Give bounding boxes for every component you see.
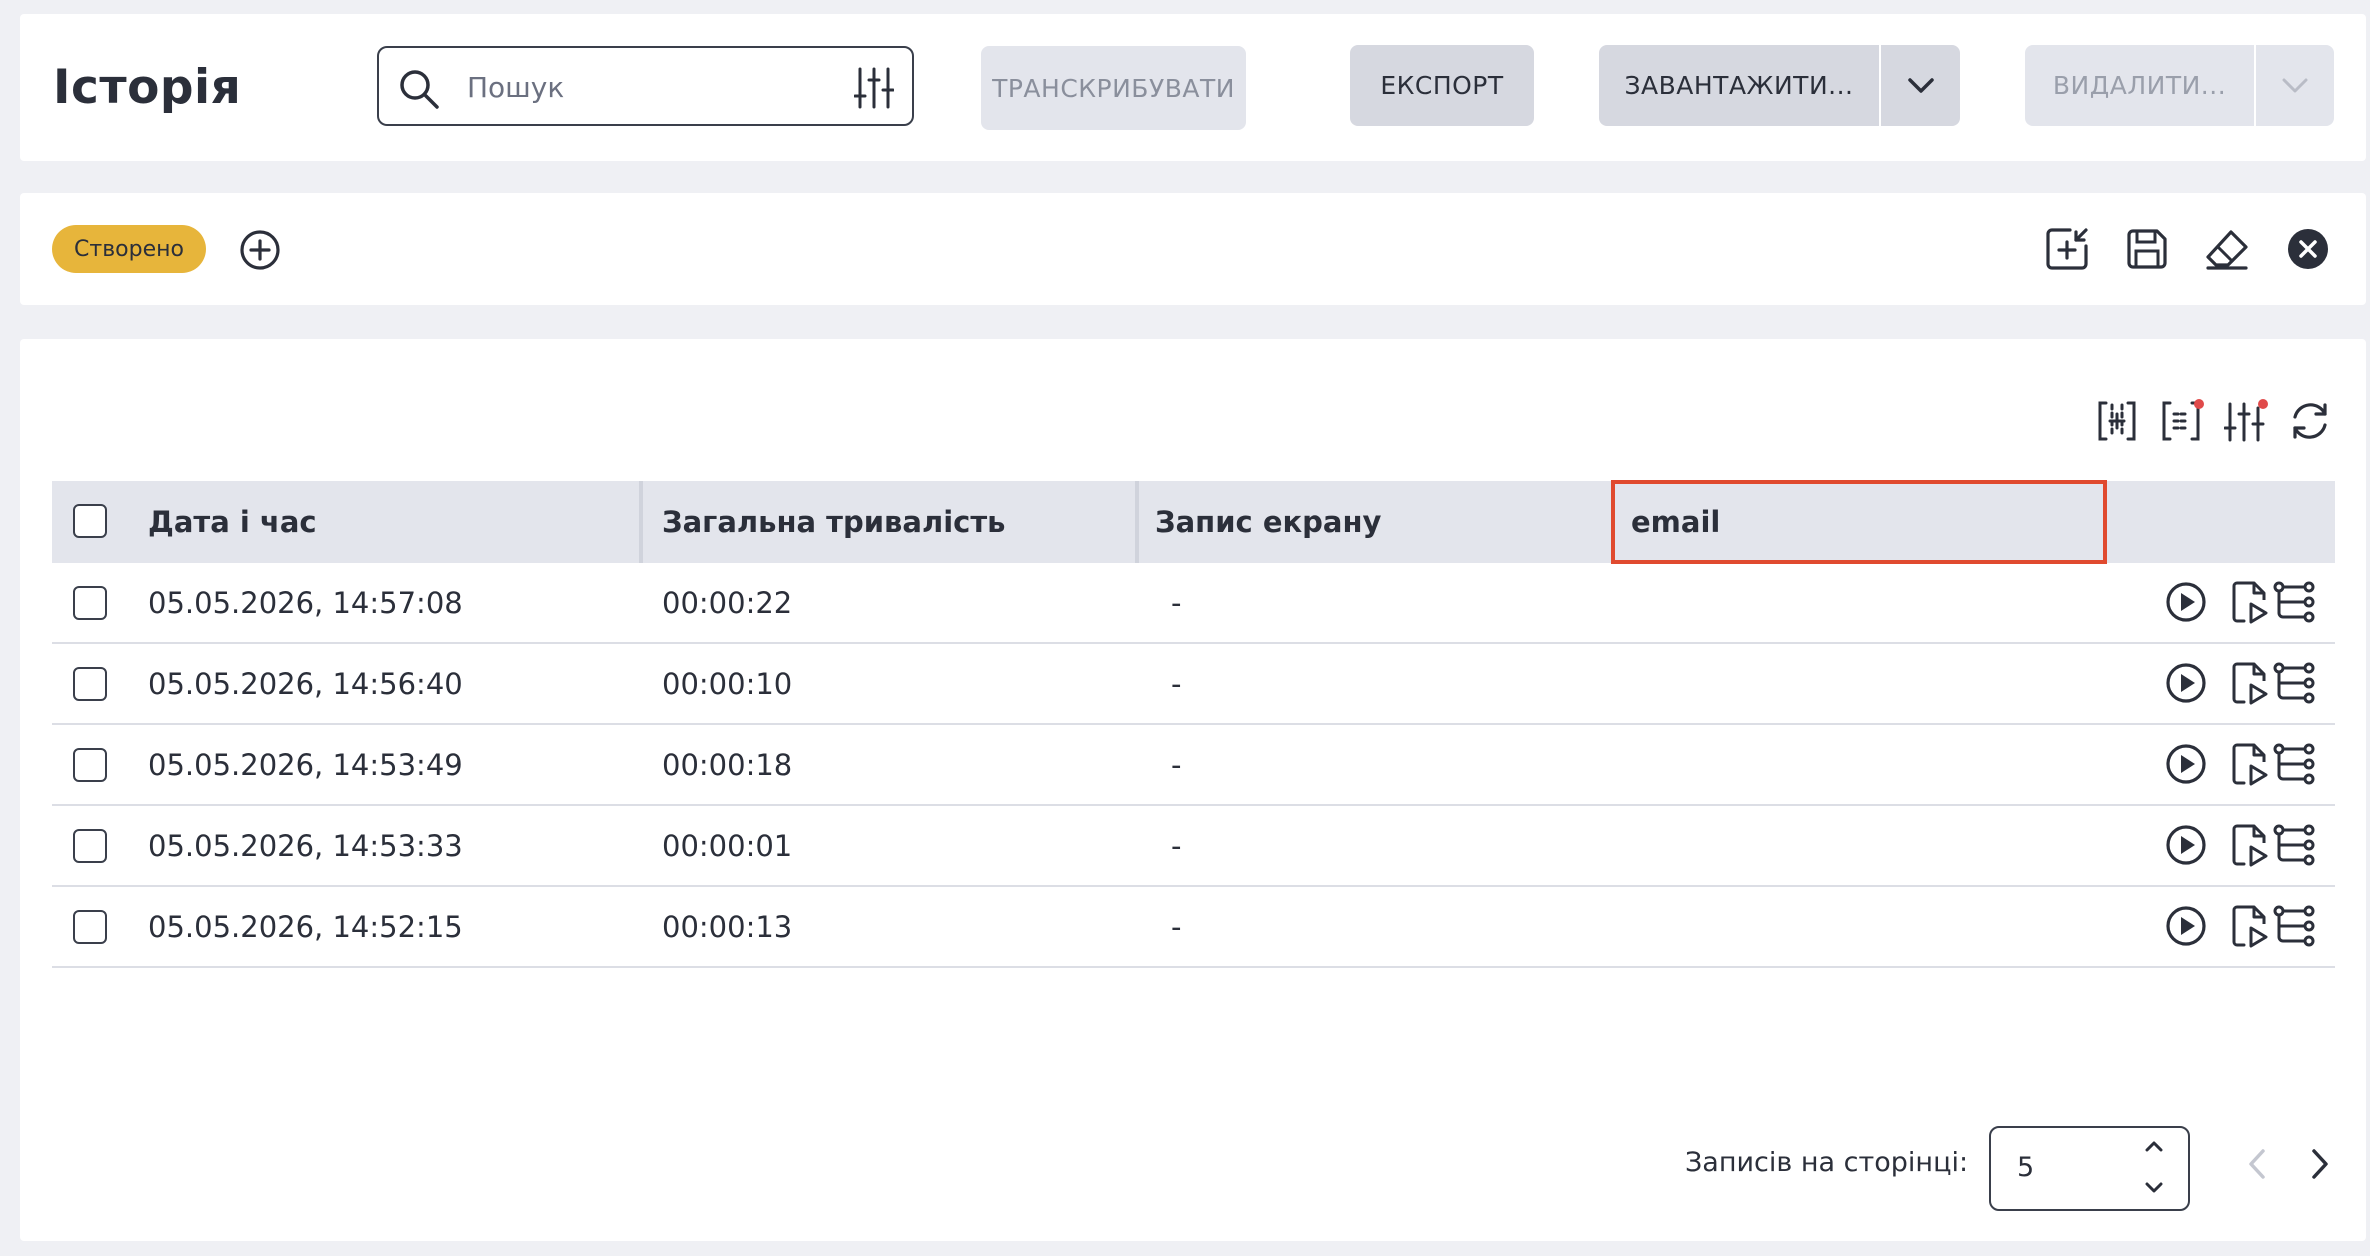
page-title: Історія bbox=[53, 60, 242, 115]
table-row[interactable]: 05.05.2026, 14:56:40 00:00:10 - bbox=[52, 644, 2335, 725]
table-filter-icon[interactable] bbox=[2224, 398, 2268, 442]
eraser-icon[interactable] bbox=[2204, 227, 2250, 271]
row-checkbox[interactable] bbox=[73, 748, 107, 782]
cell-screen: - bbox=[1171, 829, 1182, 863]
clear-filters-icon[interactable] bbox=[2287, 228, 2329, 270]
download-dropdown-button[interactable] bbox=[1881, 45, 1960, 126]
stepper-down-icon[interactable] bbox=[2143, 1180, 2165, 1196]
rows-per-page-label: Записів на сторінці: bbox=[1685, 1147, 1969, 1178]
flow-icon[interactable] bbox=[2272, 661, 2316, 705]
play-icon[interactable] bbox=[2165, 824, 2207, 866]
file-play-icon[interactable] bbox=[2230, 580, 2270, 624]
chevron-down-icon bbox=[2282, 78, 2308, 92]
play-icon[interactable] bbox=[2165, 662, 2207, 704]
column-header-datetime[interactable]: Дата і час bbox=[148, 481, 317, 563]
row-checkbox[interactable] bbox=[73, 829, 107, 863]
next-page-icon[interactable] bbox=[2308, 1147, 2332, 1181]
chevron-down-icon bbox=[1907, 77, 1934, 93]
select-all-checkbox[interactable] bbox=[73, 504, 107, 538]
table-row[interactable]: 05.05.2026, 14:53:33 00:00:01 - bbox=[52, 806, 2335, 887]
rows-per-page-value: 5 bbox=[2017, 1152, 2035, 1183]
flow-icon[interactable] bbox=[2272, 904, 2316, 948]
cell-duration: 00:00:18 bbox=[662, 748, 793, 782]
email-column-highlight bbox=[1611, 480, 2107, 564]
header-panel: Історія ТРАНСКРИБУВАТИ ЕКСПОРТ ЗАВАНТАЖИ… bbox=[20, 14, 2366, 161]
search-input[interactable] bbox=[465, 62, 839, 112]
flow-icon[interactable] bbox=[2272, 823, 2316, 867]
density-icon[interactable] bbox=[2160, 398, 2204, 442]
search-box[interactable] bbox=[377, 46, 914, 126]
cell-screen: - bbox=[1171, 910, 1182, 944]
row-checkbox[interactable] bbox=[73, 667, 107, 701]
save-icon[interactable] bbox=[2125, 227, 2169, 271]
column-header-screen[interactable]: Запис екрану bbox=[1155, 481, 1381, 563]
row-checkbox[interactable] bbox=[73, 910, 107, 944]
cell-screen: - bbox=[1171, 586, 1182, 620]
transcribe-button[interactable]: ТРАНСКРИБУВАТИ bbox=[981, 46, 1246, 130]
refresh-icon[interactable] bbox=[2288, 400, 2332, 442]
play-icon[interactable] bbox=[2165, 581, 2207, 623]
cell-duration: 00:00:01 bbox=[662, 829, 793, 863]
cell-duration: 00:00:13 bbox=[662, 910, 793, 944]
delete-button[interactable]: ВИДАЛИТИ... bbox=[2025, 45, 2254, 126]
file-play-icon[interactable] bbox=[2230, 823, 2270, 867]
column-resizer[interactable] bbox=[639, 481, 643, 563]
add-filter-icon[interactable] bbox=[239, 229, 281, 271]
prev-page-icon[interactable] bbox=[2245, 1147, 2269, 1181]
table-panel: Дата і час Загальна тривалість Запис екр… bbox=[20, 339, 2366, 1241]
cell-screen: - bbox=[1171, 748, 1182, 782]
delete-dropdown-button[interactable] bbox=[2256, 45, 2334, 126]
columns-icon[interactable] bbox=[2096, 400, 2138, 442]
play-icon[interactable] bbox=[2165, 743, 2207, 785]
download-button[interactable]: ЗАВАНТАЖИТИ... bbox=[1599, 45, 1879, 126]
cell-datetime: 05.05.2026, 14:53:33 bbox=[148, 829, 463, 863]
flow-icon[interactable] bbox=[2272, 580, 2316, 624]
cell-datetime: 05.05.2026, 14:52:15 bbox=[148, 910, 463, 944]
row-checkbox[interactable] bbox=[73, 586, 107, 620]
table-row[interactable]: 05.05.2026, 14:52:15 00:00:13 - bbox=[52, 887, 2335, 968]
rows-per-page-input[interactable]: 5 bbox=[1989, 1126, 2190, 1211]
filter-sliders-icon[interactable] bbox=[854, 66, 894, 110]
load-filter-icon[interactable] bbox=[2044, 226, 2090, 272]
cell-datetime: 05.05.2026, 14:53:49 bbox=[148, 748, 463, 782]
cell-duration: 00:00:10 bbox=[662, 667, 793, 701]
cell-duration: 00:00:22 bbox=[662, 586, 793, 620]
file-play-icon[interactable] bbox=[2230, 904, 2270, 948]
table-row[interactable]: 05.05.2026, 14:57:08 00:00:22 - bbox=[52, 563, 2335, 644]
column-resizer[interactable] bbox=[1135, 481, 1139, 563]
export-button[interactable]: ЕКСПОРТ bbox=[1350, 45, 1534, 126]
cell-screen: - bbox=[1171, 667, 1182, 701]
filter-panel: Створено bbox=[20, 193, 2366, 305]
file-play-icon[interactable] bbox=[2230, 742, 2270, 786]
play-icon[interactable] bbox=[2165, 905, 2207, 947]
flow-icon[interactable] bbox=[2272, 742, 2316, 786]
filter-chip-created[interactable]: Створено bbox=[52, 225, 206, 273]
cell-datetime: 05.05.2026, 14:57:08 bbox=[148, 586, 463, 620]
stepper-up-icon[interactable] bbox=[2143, 1138, 2165, 1154]
table-row[interactable]: 05.05.2026, 14:53:49 00:00:18 - bbox=[52, 725, 2335, 806]
cell-datetime: 05.05.2026, 14:56:40 bbox=[148, 667, 463, 701]
column-header-duration[interactable]: Загальна тривалість bbox=[662, 481, 1006, 563]
file-play-icon[interactable] bbox=[2230, 661, 2270, 705]
search-icon bbox=[400, 70, 439, 109]
